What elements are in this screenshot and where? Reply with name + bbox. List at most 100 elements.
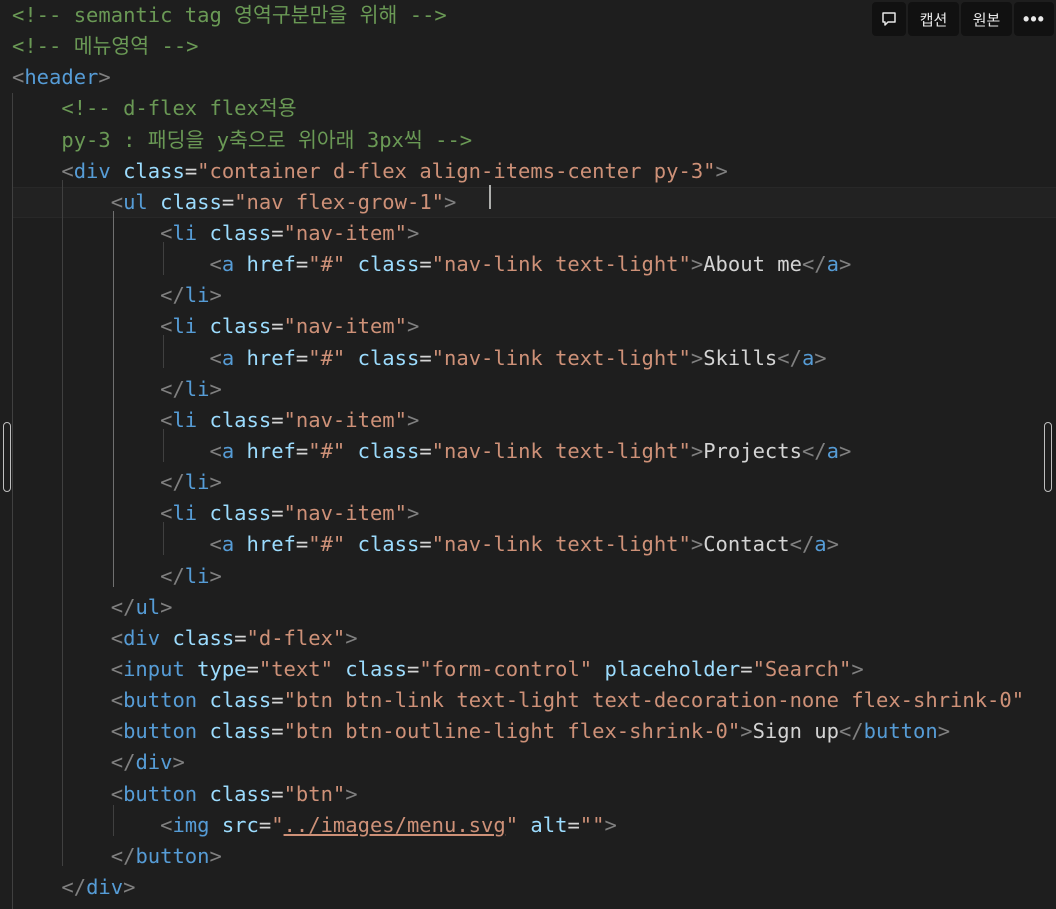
- code-token: >: [740, 719, 753, 744]
- code-line[interactable]: </li>: [12, 374, 1056, 405]
- code-token: "nav-link text-light": [431, 438, 691, 463]
- code-line[interactable]: <ul class="nav flex-grow-1">: [12, 186, 1056, 218]
- code-line[interactable]: <button class="btn btn-link text-light t…: [12, 685, 1056, 716]
- code-token: ": [271, 812, 284, 837]
- code-line[interactable]: py-3 : 패딩을 y축으로 위아래 3px씩 -->: [12, 125, 1056, 156]
- code-token: "nav-item": [283, 314, 407, 339]
- code-line[interactable]: <button class="btn btn-outline-light fle…: [12, 716, 1056, 747]
- code-token: "#": [308, 345, 346, 370]
- code-token: </: [110, 750, 136, 775]
- code-token: src: [221, 812, 259, 837]
- code-token: "nav-item": [283, 501, 407, 526]
- code-token: =: [221, 189, 235, 214]
- code-token: </: [160, 283, 185, 308]
- code-token: a: [826, 252, 839, 277]
- right-scroll-handle[interactable]: [1044, 422, 1052, 492]
- code-token: li: [172, 314, 198, 339]
- code-token: </: [110, 594, 136, 619]
- code-token: a: [221, 252, 235, 277]
- code-token: class: [357, 532, 420, 557]
- code-line[interactable]: <input type="text" class="form-control" …: [12, 654, 1056, 685]
- left-scroll-handle[interactable]: [3, 422, 11, 492]
- code-token: <: [61, 158, 74, 183]
- code-token: a: [826, 438, 839, 463]
- caption-button[interactable]: 캡션: [908, 2, 959, 36]
- comment-button[interactable]: [872, 2, 906, 36]
- code-line[interactable]: </li>: [12, 280, 1056, 311]
- code-token: >: [937, 719, 951, 744]
- code-token: =: [407, 656, 420, 681]
- code-token: </: [61, 874, 87, 899]
- code-token: >: [209, 843, 222, 868]
- indent-guide: [113, 805, 114, 836]
- code-token: Skills: [703, 345, 778, 370]
- code-line[interactable]: </li>: [12, 561, 1056, 592]
- code-token: input: [123, 656, 185, 681]
- code-token: =: [271, 407, 284, 432]
- code-token: div: [86, 874, 124, 899]
- code-token: "container d-flex align-items-center py-…: [197, 158, 716, 183]
- code-line[interactable]: <li class="nav-item">: [12, 405, 1056, 436]
- code-line[interactable]: <div class="d-flex">: [12, 623, 1056, 654]
- code-token: </: [838, 719, 864, 744]
- code-token: ": [505, 812, 519, 837]
- code-line[interactable]: <button class="btn">: [12, 779, 1056, 810]
- code-line[interactable]: <img src="../images/menu.svg" alt="">: [12, 810, 1056, 841]
- code-line[interactable]: <li class="nav-item">: [12, 498, 1056, 529]
- code-token: =: [419, 345, 432, 370]
- code-token: <: [160, 407, 173, 432]
- code-token: =: [295, 438, 309, 463]
- code-token: =: [271, 314, 284, 339]
- code-token: =: [295, 532, 309, 557]
- code-line[interactable]: </div>: [12, 747, 1056, 778]
- code-line[interactable]: </ul>: [12, 592, 1056, 623]
- code-editor[interactable]: <!-- semantic tag 영역구분만을 위해 --> <!-- 메뉴영역…: [0, 0, 1056, 909]
- code-line[interactable]: </li>: [12, 467, 1056, 498]
- code-line[interactable]: <a href="#" class="nav-link text-light">…: [12, 249, 1056, 280]
- code-line[interactable]: <a href="#" class="nav-link text-light">…: [12, 343, 1056, 374]
- code-line[interactable]: <a href="#" class="nav-link text-light">…: [12, 436, 1056, 467]
- code-line[interactable]: </div>: [12, 872, 1056, 903]
- code-line[interactable]: <a href="#" class="nav-link text-light">…: [12, 529, 1056, 560]
- code-line[interactable]: <div class="container d-flex align-items…: [12, 156, 1056, 187]
- indent-guide: [163, 242, 164, 275]
- code-token: "text": [258, 656, 333, 681]
- code-line[interactable]: <li class="nav-item">: [12, 311, 1056, 342]
- code-token: class: [123, 158, 185, 183]
- overlay-toolbar: 캡션 원본 •••: [872, 2, 1054, 36]
- indent-guide: [163, 335, 164, 368]
- code-token: "#": [308, 252, 346, 277]
- code-token: li: [172, 407, 198, 432]
- code-line[interactable]: <!-- d-flex flex적용: [12, 93, 1056, 124]
- code-lines[interactable]: <!-- semantic tag 영역구분만을 위해 --> <!-- 메뉴영역…: [12, 0, 1056, 903]
- code-token: type: [197, 656, 247, 681]
- code-token: <: [110, 625, 124, 650]
- code-token: button: [135, 843, 210, 868]
- code-token: <: [209, 438, 222, 463]
- code-token: >: [851, 656, 864, 681]
- code-token: img: [172, 812, 210, 837]
- original-button[interactable]: 원본: [961, 2, 1012, 36]
- code-token: <!-- 메뉴영역 -->: [12, 34, 199, 59]
- more-options-button[interactable]: •••: [1014, 2, 1054, 36]
- code-token: <: [110, 656, 124, 681]
- code-line[interactable]: <header>: [12, 62, 1056, 93]
- code-line[interactable]: <li class="nav-item">: [12, 218, 1056, 249]
- code-token: class: [209, 501, 272, 526]
- code-token: a: [801, 345, 815, 370]
- code-token: "nav-link text-light": [431, 345, 691, 370]
- code-line[interactable]: </button>: [12, 841, 1056, 872]
